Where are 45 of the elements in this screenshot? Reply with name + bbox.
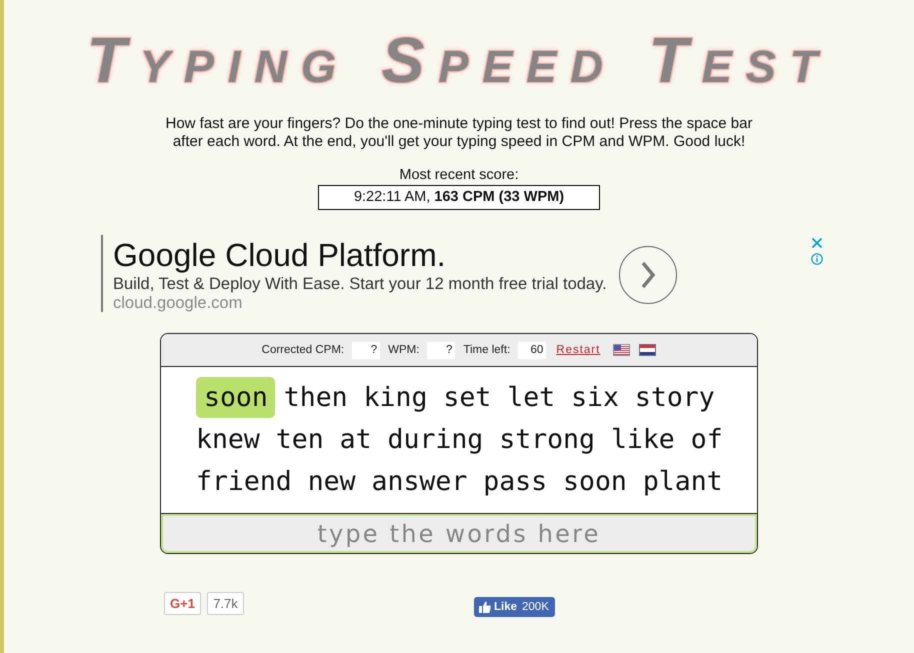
word: like <box>610 423 675 457</box>
word: answer <box>372 465 468 499</box>
ad-headline[interactable]: Google Cloud Platform. <box>113 236 446 274</box>
next-arrow-button[interactable] <box>618 246 677 304</box>
word: king <box>364 381 428 415</box>
word-input-field[interactable]: type the words here <box>161 514 757 553</box>
intro-text: How fast are your fingers? Do the one-minute typing test to find out! Press the space bar after each word. At the end, you'll get your typing speed in CPM and WPM. Good luck! <box>164 115 754 151</box>
word: during <box>388 423 484 457</box>
restart-link[interactable]: Restart <box>556 344 600 356</box>
chevron-right-icon <box>640 261 656 289</box>
dutch-flag-icon[interactable] <box>639 344 656 356</box>
word: ten <box>276 423 324 457</box>
word: soon <box>563 465 627 499</box>
ad-description: Build, Test & Deploy With Ease. Start your 12 month free trial today. <box>113 274 607 294</box>
word: knew <box>196 423 260 457</box>
stat-label: WPM: <box>388 344 420 356</box>
info-icon[interactable] <box>811 253 823 265</box>
highlighted-word: soon <box>196 377 275 418</box>
word: at <box>340 423 372 457</box>
word: set <box>443 381 492 415</box>
thumbs-up-icon <box>479 601 491 613</box>
logo-title: Typing Speed Test <box>86 28 832 92</box>
word: of <box>690 423 723 457</box>
word: strong <box>499 423 595 457</box>
stat-label: Corrected CPM: <box>262 344 344 356</box>
us-flag-icon[interactable] <box>613 344 630 356</box>
word: friend <box>196 465 292 499</box>
stat-label: Time left: <box>463 344 510 356</box>
share-count: 7.7k <box>207 592 244 615</box>
word: story <box>634 381 715 415</box>
word: pass <box>483 465 548 499</box>
word: six <box>571 381 619 415</box>
stat-field: ? <box>352 342 380 358</box>
ad-url[interactable]: cloud.google.com <box>113 294 242 313</box>
word: then <box>284 381 348 415</box>
stat-field: ? <box>427 342 456 358</box>
stat-field: 60 <box>518 342 546 358</box>
score-display: 9:22:11 AM, 163 CPM (33 WPM) <box>318 185 600 210</box>
like-button[interactable]: Like 200K <box>474 597 555 617</box>
score-label: Most recent score: <box>399 166 519 184</box>
close-icon[interactable] <box>811 237 823 249</box>
word: let <box>507 381 556 415</box>
plus-one-button[interactable]: G+1 <box>164 592 201 615</box>
word: new <box>308 465 356 499</box>
word: plant <box>642 465 723 499</box>
